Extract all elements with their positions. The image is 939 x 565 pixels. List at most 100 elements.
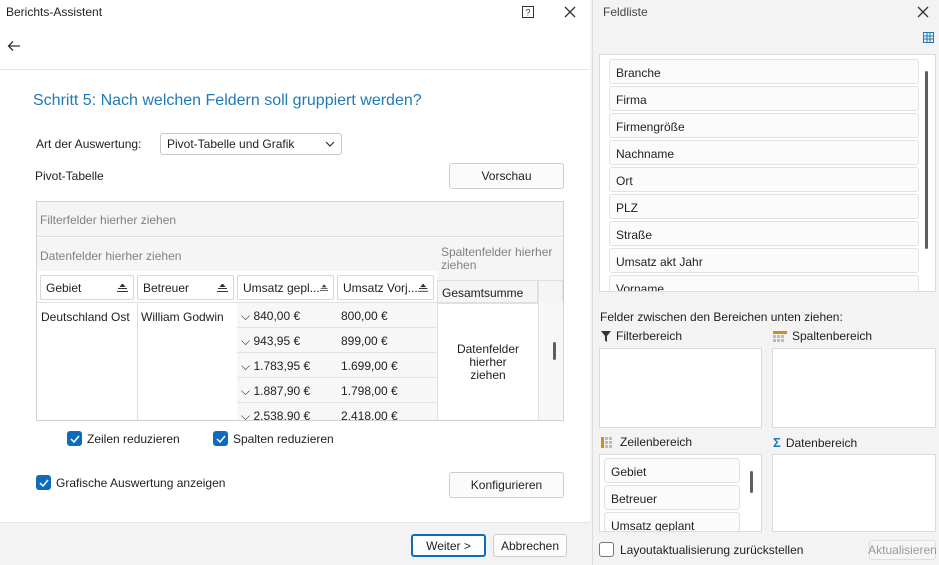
list-item[interactable]: Firma xyxy=(609,86,919,111)
close-icon xyxy=(564,6,576,18)
step-title: Schritt 5: Nach welchen Feldern soll gru… xyxy=(33,92,422,109)
column-area-label: Spaltenbereich xyxy=(773,329,872,343)
preview-button[interactable]: Vorschau xyxy=(449,163,564,189)
field-list-scrollbar-thumb[interactable] xyxy=(925,71,928,249)
table-row[interactable]: ⌵ 2.538,90 € xyxy=(237,403,337,421)
planned-value: 1.887,90 € xyxy=(253,384,311,398)
row-value-gebiet: Deutschland Ost xyxy=(41,310,130,324)
data-area-text: Datenbereich xyxy=(785,435,858,450)
panel-close-button[interactable] xyxy=(913,2,933,22)
configure-button[interactable]: Konfigurieren xyxy=(449,472,564,498)
expand-chevron-icon: ⌵ xyxy=(241,384,251,398)
close-button[interactable] xyxy=(560,2,580,22)
collapse-columns-checkbox[interactable]: Spalten reduzieren xyxy=(213,431,334,446)
help-button[interactable]: ? xyxy=(518,2,538,22)
row-area-drop-zone[interactable]: Gebiet Betreuer Umsatz geplant xyxy=(599,454,762,532)
filter-area-text: Filterbereich xyxy=(616,329,683,343)
field-header-umsatz-geplant[interactable]: Umsatz gepl... xyxy=(237,275,334,300)
close-icon xyxy=(917,6,929,18)
defer-layout-label: Layoutaktualisierung zurückstellen xyxy=(620,542,804,557)
areas-hint: Felder zwischen den Bereichen unten zieh… xyxy=(600,310,843,324)
pivot-grid: Filterfelder hierher ziehen Datenfelder … xyxy=(36,201,564,421)
checkmark-icon xyxy=(213,431,228,446)
field-list: Branche Firma Firmengröße Nachname Ort P… xyxy=(599,54,936,292)
columns-icon xyxy=(773,330,787,342)
expand-chevron-icon: ⌵ xyxy=(241,334,251,348)
previous-value: 2.418,00 € xyxy=(337,403,437,420)
datafields-drop-zone[interactable]: Datenfelder hierher ziehen xyxy=(437,302,538,420)
column-divider xyxy=(137,302,138,420)
collapse-rows-checkbox[interactable]: Zeilen reduzieren xyxy=(67,431,180,446)
update-button[interactable]: Aktualisieren xyxy=(868,540,937,560)
field-list-panel: Feldliste Branche Firma Firmengröße Nach… xyxy=(592,0,939,565)
back-button[interactable] xyxy=(4,36,24,56)
planned-value: 2.538,90 € xyxy=(253,409,311,421)
list-item[interactable]: Nachname xyxy=(609,140,919,165)
previous-value: 1.699,00 € xyxy=(337,353,437,378)
layout-toggle-button[interactable] xyxy=(923,32,934,46)
divider xyxy=(0,69,590,70)
table-row[interactable]: ⌵ 1.887,90 € xyxy=(237,378,337,403)
data-drop-zone[interactable]: Datenfelder hierher ziehen xyxy=(37,238,437,271)
row-area-scrollbar-thumb[interactable] xyxy=(750,471,753,493)
list-item[interactable]: Straße xyxy=(609,221,919,246)
previous-value: 800,00 € xyxy=(337,303,437,328)
evaluation-type-select[interactable]: Pivot-Tabelle und Grafik xyxy=(160,133,342,155)
previous-value: 899,00 € xyxy=(337,328,437,353)
evaluation-type-label: Art der Auswertung: xyxy=(36,137,142,151)
data-area-label: Σ Datenbereich xyxy=(773,435,857,450)
grid-layout-icon xyxy=(923,32,934,43)
field-header-betreuer[interactable]: Betreuer xyxy=(137,275,234,300)
list-item[interactable]: Firmengröße xyxy=(609,113,919,138)
field-header-label: Umsatz Vorj... xyxy=(343,280,418,295)
list-item[interactable]: Gebiet xyxy=(604,458,740,483)
row-value-betreuer: William Godwin xyxy=(141,310,224,324)
arrow-left-icon xyxy=(7,41,20,51)
field-header-gebiet[interactable]: Gebiet xyxy=(40,275,134,300)
chevron-down-icon xyxy=(325,141,335,147)
planned-value: 1.783,95 € xyxy=(253,359,311,373)
table-row[interactable]: ⌵ 1.783,95 € xyxy=(237,353,337,378)
defer-layout-checkbox[interactable]: Layoutaktualisierung zurückstellen xyxy=(599,542,803,557)
previous-value: 1.798,00 € xyxy=(337,378,437,403)
sort-icon xyxy=(117,283,128,292)
cancel-button[interactable]: Abbrechen xyxy=(493,534,567,557)
show-chart-checkbox[interactable]: Grafische Auswertung anzeigen xyxy=(36,475,225,490)
column-drop-zone[interactable]: Spaltenfelder hierher ziehen xyxy=(437,238,563,280)
data-area-drop-zone[interactable] xyxy=(772,454,936,532)
list-item[interactable]: Umsatz akt Jahr xyxy=(609,248,919,273)
field-header-label: Umsatz gepl... xyxy=(243,280,320,295)
column-area-drop-zone[interactable] xyxy=(772,348,936,428)
sigma-icon: Σ xyxy=(773,435,781,450)
evaluation-type-value: Pivot-Tabelle und Grafik xyxy=(167,137,295,151)
list-item[interactable]: PLZ xyxy=(609,194,919,219)
expand-chevron-icon: ⌵ xyxy=(241,359,251,373)
collapse-columns-label: Spalten reduzieren xyxy=(233,431,334,446)
grid-scrollbar-thumb[interactable] xyxy=(553,342,556,360)
filter-drop-zone[interactable]: Filterfelder hierher ziehen xyxy=(37,202,563,237)
list-item[interactable]: Umsatz geplant xyxy=(604,512,740,531)
report-wizard-dialog: Berichts-Assistent ? Schritt 5: Nach wel… xyxy=(0,0,590,565)
filter-area-label: Filterbereich xyxy=(601,329,682,343)
panel-title: Feldliste xyxy=(603,5,648,19)
table-row[interactable]: ⌵ 943,95 € xyxy=(237,328,337,353)
next-button[interactable]: Weiter > xyxy=(411,534,486,557)
column-area-text: Spaltenbereich xyxy=(792,329,873,343)
rows-icon xyxy=(601,436,612,448)
field-header-umsatz-vorjahr[interactable]: Umsatz Vorj... xyxy=(337,275,434,300)
grid-scrollbar[interactable] xyxy=(538,302,563,420)
svg-text:?: ? xyxy=(525,8,530,18)
list-item[interactable]: Branche xyxy=(609,59,919,84)
filter-icon xyxy=(601,330,611,342)
table-row[interactable]: ⌵ 840,00 € xyxy=(237,303,337,328)
list-item[interactable]: Vorname xyxy=(609,275,919,291)
list-item[interactable]: Betreuer xyxy=(604,485,740,510)
filter-area-drop-zone[interactable] xyxy=(599,348,762,428)
help-icon: ? xyxy=(522,6,534,18)
show-chart-label: Grafische Auswertung anzeigen xyxy=(56,475,226,490)
list-item[interactable]: Ort xyxy=(609,167,919,192)
dialog-title: Berichts-Assistent xyxy=(6,5,103,19)
expand-chevron-icon: ⌵ xyxy=(241,309,251,323)
sort-icon xyxy=(417,283,428,292)
sort-icon xyxy=(217,283,228,292)
